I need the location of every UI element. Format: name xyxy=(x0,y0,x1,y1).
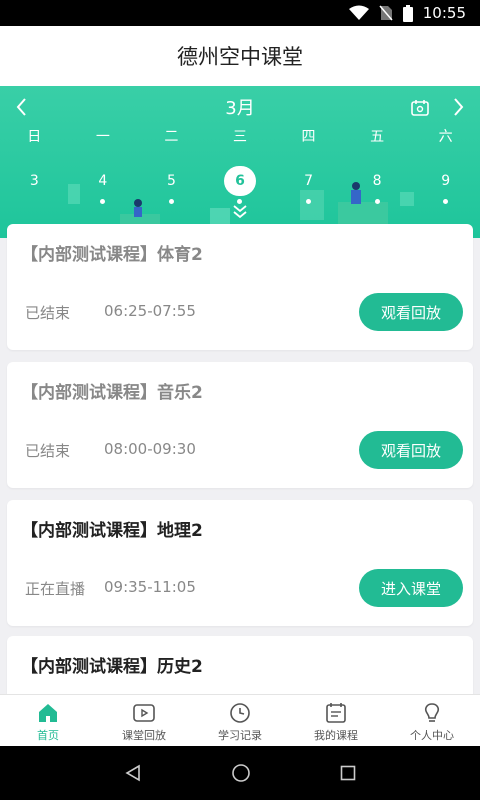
date-cell[interactable]: 3 xyxy=(0,166,69,196)
next-month-icon[interactable] xyxy=(448,94,468,120)
play-video-icon xyxy=(133,704,155,722)
weekday-header: 日 一 二 三 四 五 六 xyxy=(0,126,480,146)
weekday-label: 一 xyxy=(95,129,110,145)
course-time: 09:35-11:05 xyxy=(104,578,196,596)
weekday-label: 三 xyxy=(232,129,247,145)
expand-calendar-icon[interactable] xyxy=(231,203,249,221)
week-calendar: 3月 日 一 二 三 四 五 六 3 4 5 6 7 8 9 xyxy=(0,86,480,238)
course-title: 【内部测试课程】体育2 xyxy=(21,245,203,265)
watch-replay-button[interactable]: 观看回放 xyxy=(359,293,463,331)
course-title: 【内部测试课程】历史2 xyxy=(21,657,203,677)
home-circle-icon[interactable] xyxy=(231,763,251,783)
course-time: 06:25-07:55 xyxy=(104,302,196,320)
date-cell[interactable]: 7 xyxy=(274,166,343,204)
status-time: 10:55 xyxy=(422,4,466,22)
course-status: 已结束 xyxy=(25,442,71,460)
weekday-label: 六 xyxy=(438,129,453,145)
clock-icon xyxy=(230,703,250,723)
calendar-list-icon xyxy=(326,703,346,723)
weekday-label: 四 xyxy=(301,129,316,145)
date-cell-selected[interactable]: 6 xyxy=(206,166,275,204)
recents-icon[interactable] xyxy=(340,765,356,781)
tab-label: 课堂回放 xyxy=(122,729,166,742)
page-title: 德州空中课堂 xyxy=(177,45,303,69)
course-card[interactable]: 【内部测试课程】体育2 已结束 06:25-07:55 观看回放 xyxy=(7,224,473,350)
calendar-month: 3月 xyxy=(225,98,255,119)
date-number: 3 xyxy=(29,173,39,189)
class-indicator-dot xyxy=(374,199,380,204)
course-title: 【内部测试课程】地理2 xyxy=(21,521,203,541)
tab-label: 个人中心 xyxy=(410,729,454,742)
system-navigation-bar xyxy=(0,746,480,800)
date-number: 9 xyxy=(441,173,451,189)
date-number: 6 xyxy=(223,166,256,196)
date-number: 8 xyxy=(372,173,382,189)
enter-classroom-button[interactable]: 进入课堂 xyxy=(359,569,463,607)
app-bar: 德州空中课堂 xyxy=(0,26,480,86)
tab-label: 学习记录 xyxy=(218,729,262,742)
tab-study-record[interactable]: 学习记录 xyxy=(192,695,288,746)
battery-icon xyxy=(402,4,413,22)
date-number: 5 xyxy=(166,173,176,189)
tab-replay[interactable]: 课堂回放 xyxy=(96,695,192,746)
bottom-tab-bar: 首页 课堂回放 学习记录 我的课程 个人中心 xyxy=(0,694,480,746)
course-card[interactable]: 【内部测试课程】历史2 xyxy=(7,636,473,694)
course-status: 正在直播 xyxy=(25,580,86,598)
course-title: 【内部测试课程】音乐2 xyxy=(21,383,203,403)
course-card[interactable]: 【内部测试课程】地理2 正在直播 09:35-11:05 进入课堂 xyxy=(7,500,473,626)
date-number: 7 xyxy=(304,173,313,189)
date-cell[interactable]: 5 xyxy=(137,166,206,204)
tab-home[interactable]: 首页 xyxy=(0,695,96,746)
date-cell[interactable]: 8 xyxy=(343,166,412,204)
wifi-icon xyxy=(348,5,369,20)
tab-profile[interactable]: 个人中心 xyxy=(384,695,480,746)
course-status: 已结束 xyxy=(25,304,71,322)
no-sim-icon xyxy=(379,5,393,21)
tab-my-courses[interactable]: 我的课程 xyxy=(288,695,384,746)
back-icon[interactable] xyxy=(124,764,142,782)
course-list: 【内部测试课程】体育2 已结束 06:25-07:55 观看回放 【内部测试课程… xyxy=(0,222,480,694)
weekday-label: 日 xyxy=(27,129,42,145)
class-indicator-dot xyxy=(168,199,174,204)
status-bar: 10:55 xyxy=(0,0,480,26)
class-indicator-dot xyxy=(306,199,312,204)
home-icon xyxy=(39,704,57,722)
weekday-label: 五 xyxy=(370,129,385,145)
date-cell[interactable]: 4 xyxy=(69,166,138,204)
date-row: 3 4 5 6 7 8 9 xyxy=(0,166,480,204)
course-card[interactable]: 【内部测试课程】音乐2 已结束 08:00-09:30 观看回放 xyxy=(7,362,473,488)
watch-replay-button[interactable]: 观看回放 xyxy=(359,431,463,469)
calendar-today-icon[interactable] xyxy=(410,98,430,118)
weekday-label: 二 xyxy=(164,129,179,145)
date-cell[interactable]: 9 xyxy=(411,166,480,204)
bulb-person-icon xyxy=(424,703,440,722)
course-time: 08:00-09:30 xyxy=(104,440,196,458)
tab-label: 首页 xyxy=(37,729,59,742)
tab-label: 我的课程 xyxy=(314,729,358,742)
date-number: 4 xyxy=(98,173,108,189)
